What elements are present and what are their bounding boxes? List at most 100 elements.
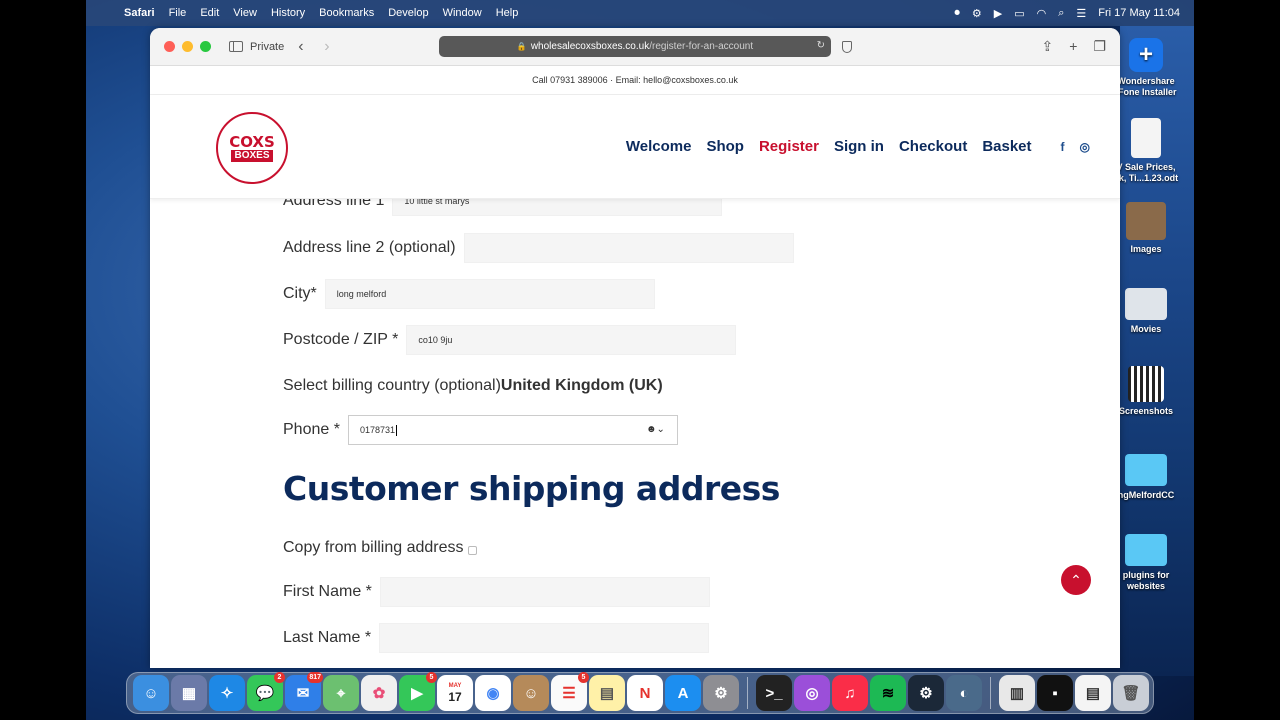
phone-value: 0178731 <box>359 425 395 435</box>
menu-datetime[interactable]: Fri 17 May 11:04 <box>1098 7 1180 19</box>
menu-window[interactable]: Window <box>443 7 482 19</box>
record-icon[interactable]: ⏺ <box>954 7 960 20</box>
menu-edit[interactable]: Edit <box>200 7 219 19</box>
mail-badge: 817 <box>307 672 323 683</box>
recent-document-icon[interactable]: ▥ <box>999 675 1035 711</box>
address-bar[interactable]: 🔒 wholesalecoxsboxes.co.uk/register-for-… <box>439 36 831 57</box>
city-input[interactable]: long melford <box>324 279 655 309</box>
menu-develop[interactable]: Develop <box>388 7 428 19</box>
image-thumbnail-icon <box>1126 202 1166 240</box>
notes-icon[interactable]: ▤ <box>589 675 625 711</box>
terminal-icon[interactable]: >_ <box>756 675 792 711</box>
calendar-icon[interactable]: MAY 17 <box>437 675 473 711</box>
app-store-icon[interactable]: A <box>665 675 701 711</box>
nav-sign-in[interactable]: Sign in <box>834 138 884 155</box>
menu-history[interactable]: History <box>271 7 305 19</box>
country-value[interactable]: United Kingdom (UK) <box>501 377 663 395</box>
menu-view[interactable]: View <box>233 7 257 19</box>
accessibility-icon[interactable]: ⚙ <box>972 7 982 20</box>
shipping-section-title: Customer shipping address <box>283 469 780 508</box>
control-center-icon[interactable]: ☰ <box>1076 7 1086 20</box>
instagram-icon[interactable]: ◎ <box>1080 140 1090 154</box>
desktop-icon-screenshots[interactable]: Screenshots <box>1109 366 1183 417</box>
desktop-icon-movies[interactable]: Movies <box>1109 288 1183 335</box>
music-icon[interactable]: ♫ <box>832 675 868 711</box>
phone-input[interactable]: 0178731 ☻⌄ <box>347 415 678 445</box>
menu-app-name[interactable]: Safari <box>124 7 155 19</box>
scroll-to-top-button[interactable]: ⌃ <box>1061 565 1091 595</box>
nav-shop[interactable]: Shop <box>706 138 744 155</box>
desktop-icon-wondershare[interactable]: + Wondershare .Fone Installer <box>1109 38 1183 98</box>
address2-input[interactable] <box>463 233 794 263</box>
back-icon[interactable]: ‹ <box>298 38 310 56</box>
window-controls <box>164 41 211 52</box>
news-icon[interactable]: N <box>627 675 663 711</box>
trash-icon[interactable]: 🗑 <box>1113 675 1149 711</box>
photos-icon[interactable]: ✿ <box>361 675 397 711</box>
mail-icon[interactable]: ✉ 817 <box>285 672 323 711</box>
country-label: Select billing country (optional) <box>283 377 501 394</box>
first-name-row: First Name * <box>283 577 710 607</box>
nav-welcome[interactable]: Welcome <box>626 138 692 155</box>
battery-icon[interactable]: ▭ <box>1014 7 1024 20</box>
postcode-input[interactable]: co10 9ju <box>406 325 737 355</box>
chrome-icon[interactable]: ◉ <box>475 675 511 711</box>
recent-window-icon[interactable]: ▪ <box>1037 675 1073 711</box>
url-path: /register-for-an-account <box>649 41 754 52</box>
desktop-icon-odt[interactable]: V Sale Prices, ck, Ti...1.23.odt <box>1109 118 1183 184</box>
logo-text-top: COXS <box>229 132 275 151</box>
menu-bar: Safari File Edit View History Bookmarks … <box>86 0 1194 26</box>
contact-info-bar: Call 07931 389006 · Email: hello@coxsbox… <box>150 66 1120 95</box>
contacts-icon[interactable]: ☺ <box>513 675 549 711</box>
desktop-icon-folder-1[interactable]: ngMelfordCC <box>1109 454 1183 501</box>
menu-help[interactable]: Help <box>496 7 519 19</box>
phone-label: Phone * <box>283 421 340 438</box>
play-icon[interactable]: ▶ <box>994 7 1002 20</box>
safari-icon[interactable]: ✧ <box>209 675 245 711</box>
facetime-icon[interactable]: ▶ 5 <box>399 672 437 711</box>
launchpad-icon[interactable]: ▦ <box>171 675 207 711</box>
facebook-icon[interactable]: f <box>1061 140 1065 154</box>
share-icon[interactable]: ⇪ <box>1042 38 1054 55</box>
forward-icon[interactable]: › <box>324 38 336 56</box>
privacy-shield-icon[interactable] <box>842 41 852 53</box>
nav-basket[interactable]: Basket <box>982 138 1031 155</box>
reload-icon[interactable]: ↻ <box>817 40 825 51</box>
preview-icon[interactable]: ◐ <box>946 675 982 711</box>
desktop-icon-images[interactable]: Images <box>1109 202 1183 255</box>
desktop-icon-folder-2[interactable]: plugins for websites <box>1109 534 1183 592</box>
nav-checkout[interactable]: Checkout <box>899 138 967 155</box>
tab-overview-icon[interactable]: ❐ <box>1093 38 1106 55</box>
copy-billing-checkbox[interactable] <box>467 545 477 555</box>
new-tab-icon[interactable]: + <box>1069 38 1077 55</box>
menu-bookmarks[interactable]: Bookmarks <box>319 7 374 19</box>
spotify-icon[interactable]: ≋ <box>870 675 906 711</box>
calendar-month: MAY <box>448 682 462 689</box>
contact-autofill-icon[interactable]: ☻⌄ <box>646 424 665 435</box>
maps-icon[interactable]: ⌖ <box>323 675 359 711</box>
search-icon[interactable]: ⌕ <box>1058 7 1064 20</box>
registration-form: Address line 1 10 little st marys Addres… <box>150 199 1120 668</box>
dock-divider <box>990 677 991 709</box>
steam-icon[interactable]: ⚙ <box>908 675 944 711</box>
nav-register[interactable]: Register <box>759 138 819 155</box>
finder-icon[interactable]: ☺ <box>133 675 169 711</box>
minimize-icon[interactable] <box>182 41 193 52</box>
zoom-icon[interactable] <box>200 41 211 52</box>
menu-file[interactable]: File <box>169 7 187 19</box>
site-logo[interactable]: COXS BOXES <box>216 112 288 184</box>
safari-window: Private ‹ › 🔒 wholesalecoxsboxes.co.uk/r… <box>150 28 1120 668</box>
downloads-icon[interactable]: ▤ <box>1075 675 1111 711</box>
messages-icon[interactable]: 💬 2 <box>247 672 285 711</box>
last-name-input[interactable] <box>379 623 710 653</box>
system-settings-icon[interactable]: ⚙ <box>703 675 739 711</box>
close-icon[interactable] <box>164 41 175 52</box>
reminders-icon[interactable]: ☰ 5 <box>551 672 589 711</box>
wifi-icon[interactable]: ◠ <box>1037 7 1047 20</box>
podcasts-icon[interactable]: ◎ <box>794 675 830 711</box>
sidebar-toggle-icon[interactable] <box>229 41 243 52</box>
copy-billing-row: Copy from billing address <box>283 533 477 563</box>
messages-badge: 2 <box>274 672 285 683</box>
address1-input[interactable]: 10 little st marys <box>392 199 723 216</box>
first-name-input[interactable] <box>379 577 710 607</box>
